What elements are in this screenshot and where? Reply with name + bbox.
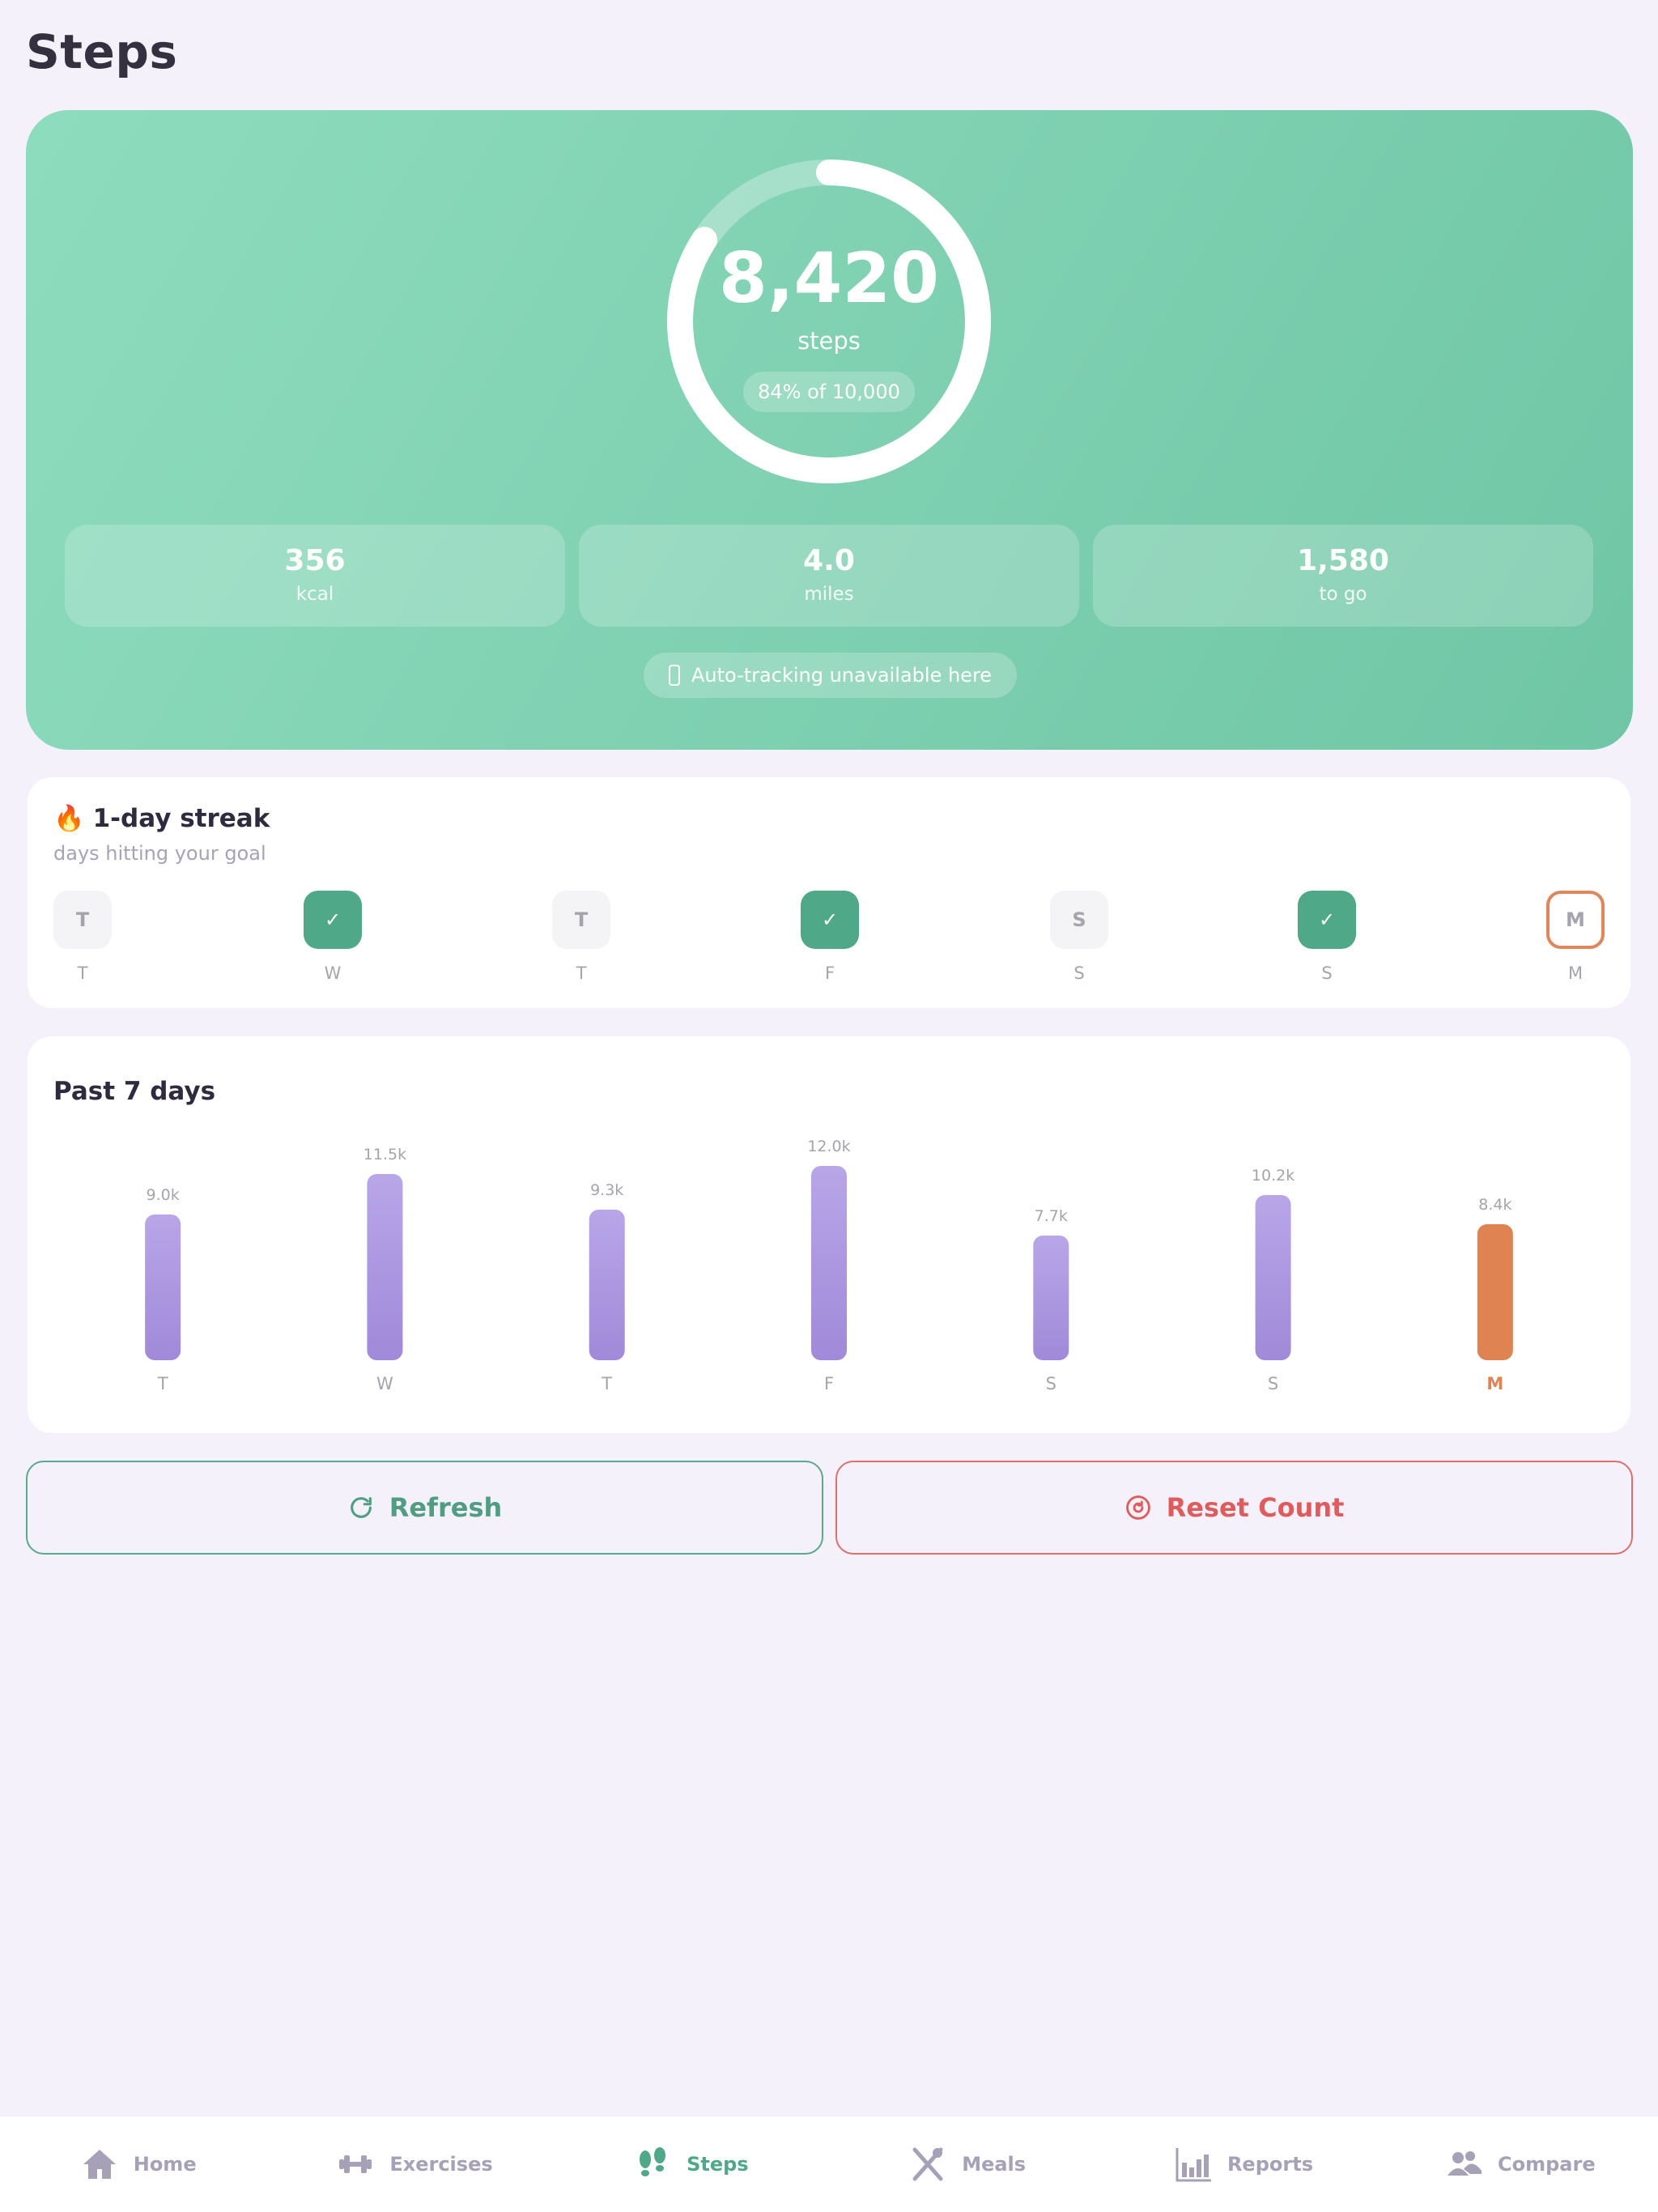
stat-calories: 356 kcal (65, 525, 565, 627)
users-icon (1448, 2151, 1482, 2176)
nav-item-steps[interactable]: Steps (553, 2116, 829, 2212)
nav-item-exercises[interactable]: Exercises (276, 2116, 552, 2212)
home-icon (83, 2150, 116, 2179)
check-icon: ✓ (304, 891, 362, 949)
check-icon: ✓ (1298, 891, 1356, 949)
chart-value-label: 9.0k (147, 1186, 180, 1204)
stat-label: to go (1319, 584, 1367, 605)
dumbbell-icon (339, 2155, 372, 2173)
streak-day: T T (552, 891, 610, 983)
chart-value-label: 9.3k (590, 1181, 623, 1199)
streak-day-label: F (824, 963, 835, 983)
check-icon: ✓ (801, 891, 859, 949)
fire-icon: 🔥 (53, 804, 85, 833)
step-count: 8,420 (718, 238, 940, 319)
goal-progress-badge: 84% of 10,000 (743, 372, 915, 412)
reset-label: Reset Count (1166, 1492, 1345, 1523)
streak-day-box: T (53, 891, 112, 949)
streak-day-label: W (324, 963, 342, 983)
stat-label: miles (804, 584, 854, 605)
streak-day: ✓ W (304, 891, 362, 983)
step-unit: steps (797, 327, 861, 355)
progress-ring (666, 159, 992, 484)
refresh-label: Refresh (389, 1492, 503, 1523)
refresh-icon (350, 1497, 372, 1518)
chart-bar (589, 1210, 625, 1360)
nav-item-home[interactable]: Home (0, 2116, 276, 2212)
nav-label: Meals (962, 2153, 1027, 2176)
streak-subtitle: days hitting your goal (53, 842, 266, 865)
bar-chart-icon (1175, 2148, 1211, 2182)
streak-day-today: M M (1546, 891, 1605, 983)
streak-day: T T (53, 891, 112, 983)
refresh-button[interactable]: Refresh (26, 1461, 823, 1555)
streak-day: ✓ S (1298, 891, 1356, 983)
chart-bar (811, 1166, 847, 1360)
reset-count-button[interactable]: Reset Count (835, 1461, 1633, 1555)
phone-icon (668, 665, 680, 686)
stat-distance: 4.0 miles (579, 525, 1079, 627)
streak-day: S S (1050, 891, 1108, 983)
tracking-notice-text: Auto-tracking unavailable here (691, 664, 993, 687)
nav-label: Steps (687, 2153, 749, 2176)
chart-value-label: 11.5k (363, 1146, 406, 1163)
streak-day-box: T (552, 891, 610, 949)
chart-category-label: S (1046, 1374, 1056, 1393)
chart-value-label: 10.2k (1252, 1167, 1295, 1185)
past-7-days-card: Past 7 days 9.0k T 11.5k W 9.3k T 12.0k F 7.7k S 1… (28, 1036, 1630, 1433)
chart-category-label: T (157, 1374, 168, 1393)
chart-category-label: F (824, 1374, 834, 1393)
stat-label: kcal (295, 584, 334, 605)
stat-value: 1,580 (1297, 544, 1389, 577)
streak-day-label: T (576, 963, 587, 983)
reset-icon (1125, 1495, 1150, 1520)
stat-value: 356 (284, 544, 346, 577)
page-title: Steps (26, 24, 178, 79)
nav-item-compare[interactable]: Compare (1382, 2116, 1658, 2212)
chart-value-label: 7.7k (1035, 1207, 1068, 1225)
streak-day-label: S (1321, 963, 1333, 983)
chart-bar (1033, 1236, 1069, 1360)
chart-bar (1477, 1224, 1513, 1360)
streak-day-box: S (1050, 891, 1108, 949)
streak-day-label: M (1567, 963, 1584, 983)
bottom-nav: Home Exercises Steps Meals Reports Compa… (0, 2116, 1658, 2212)
nav-item-reports[interactable]: Reports (1105, 2116, 1381, 2212)
chart-category-label: W (376, 1374, 393, 1393)
nav-label: Home (133, 2153, 197, 2176)
chart-bar (1255, 1195, 1291, 1360)
chart-category-label: S (1268, 1374, 1278, 1393)
streak-card: 🔥 1-day streak days hitting your goal T … (28, 777, 1630, 1008)
streak-day-box: M (1546, 891, 1605, 949)
stat-remaining: 1,580 to go (1093, 525, 1593, 627)
chart-category-label: M (1486, 1374, 1503, 1393)
nav-item-meals[interactable]: Meals (829, 2116, 1105, 2212)
utensils-icon (912, 2147, 943, 2181)
nav-label: Compare (1498, 2153, 1596, 2176)
chart-bar (145, 1214, 181, 1360)
streak-day: ✓ F (801, 891, 859, 983)
chart-value-label: 8.4k (1478, 1196, 1511, 1214)
streak-day-label: T (77, 963, 88, 983)
chart-value-label: 12.0k (807, 1138, 850, 1155)
chart-category-label: T (601, 1374, 612, 1393)
stat-value: 4.0 (803, 544, 855, 577)
streak-day-label: S (1073, 963, 1085, 983)
footprints-icon (640, 2147, 666, 2176)
chart-bar (367, 1174, 403, 1360)
nav-label: Exercises (389, 2153, 493, 2176)
steps-hero-card: 8,420 steps 84% of 10,000 356 kcal 4.0 m… (26, 110, 1633, 750)
tracking-notice: Auto-tracking unavailable here (644, 653, 1017, 698)
streak-title: 🔥 1-day streak (53, 803, 270, 834)
nav-label: Reports (1226, 2153, 1313, 2176)
streak-title-text: 1-day streak (92, 803, 270, 833)
steps-bar-chart: 9.0k T 11.5k W 9.3k T 12.0k F 7.7k S 10.2k S 8.4k M (145, 1138, 1513, 1393)
